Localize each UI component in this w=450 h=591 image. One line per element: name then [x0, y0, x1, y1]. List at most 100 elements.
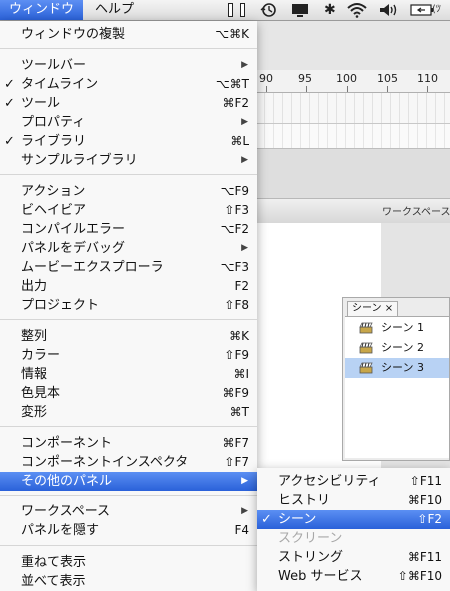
shortcut-label: ⌘F11: [407, 550, 442, 564]
shortcut-label: ⌥⌘K: [215, 27, 249, 41]
shortcut-label: ⌘F10: [407, 493, 442, 507]
window-menu-item[interactable]: ウィンドウの複製 ⌥⌘K: [0, 25, 257, 44]
window-menu-item[interactable]: 出力 F2: [0, 277, 257, 296]
shortcut-label: ⌘F9: [222, 386, 249, 400]
scene-panel-tab[interactable]: シーン ×: [347, 301, 399, 316]
timeline-frames-row[interactable]: [256, 124, 450, 149]
scene-tab-label: シーン: [352, 303, 382, 314]
window-menu-item[interactable]: 重ねて表示: [0, 553, 257, 572]
scene-row[interactable]: シーン 2: [345, 338, 449, 358]
checkmark-icon: ✓: [4, 96, 15, 111]
window-menu-item[interactable]: コンポーネント ⌘F7: [0, 434, 257, 453]
menubar-window[interactable]: ウィンドウ: [0, 0, 84, 20]
shortcut-label: ⌘L: [230, 134, 249, 148]
window-menu-item-label: プロパティ: [21, 115, 86, 130]
other-panels-item: スクリーン: [257, 529, 450, 548]
window-menu-item[interactable]: 色見本 ⌘F9: [0, 384, 257, 403]
window-menu-item-label: 変形: [21, 405, 48, 420]
ruler-number: 105: [377, 72, 398, 85]
time-machine-icon[interactable]: [260, 2, 278, 18]
timeline-frames[interactable]: [256, 93, 450, 124]
window-menu-item[interactable]: コンパイルエラー ⌥F2: [0, 220, 257, 239]
display-icon[interactable]: [290, 2, 310, 18]
resource-meter-icon: [228, 3, 233, 17]
window-menu-item-label: コンポーネントインスペクタ: [21, 455, 189, 470]
other-panels-item[interactable]: ヒストリ ⌘F10: [257, 491, 450, 510]
clapperboard-icon: [359, 362, 373, 374]
wifi-icon[interactable]: [346, 2, 368, 18]
submenu-arrow-icon: ▶: [241, 117, 248, 127]
checkmark-icon: ✓: [4, 134, 15, 149]
scene-row[interactable]: シーン 1: [345, 318, 449, 338]
menubar-clock-text[interactable]: (ﾂ: [432, 0, 441, 20]
close-icon[interactable]: ×: [385, 303, 393, 314]
window-menu-item[interactable]: パネルを隠す F4: [0, 521, 257, 540]
window-menu-item[interactable]: ムービーエクスプローラ ⌥F3: [0, 258, 257, 277]
shortcut-label: ⇧⌘F10: [397, 569, 442, 583]
window-menu-item[interactable]: カラー ⇧F9: [0, 346, 257, 365]
other-panels-item[interactable]: Web サービス ⇧⌘F10: [257, 567, 450, 586]
shortcut-label: ⌘K: [229, 329, 249, 343]
scene-label: シーン 2: [381, 341, 424, 354]
ruler-number: 90: [259, 72, 273, 85]
scene-label: シーン 3: [381, 361, 424, 374]
checkmark-icon: ✓: [261, 512, 272, 527]
timeline-footer: [256, 149, 450, 198]
shortcut-label: ⌘I: [233, 367, 249, 381]
other-panels-item-label: スクリーン: [278, 531, 343, 546]
menu-separator: [0, 426, 257, 427]
window-menu-item[interactable]: ✓ ツール ⌘F2: [0, 94, 257, 113]
window-menu-item[interactable]: ビヘイビア ⇧F3: [0, 201, 257, 220]
other-panels-item[interactable]: アクセシビリティ ⇧F11: [257, 472, 450, 491]
shortcut-label: ⌘T: [229, 405, 249, 419]
window-menu-item-label: 並べて表示: [21, 574, 86, 589]
window-menu-item-label: ビヘイビア: [21, 203, 87, 218]
shortcut-label: ⌥⌘T: [215, 77, 249, 91]
timeline-header: [256, 21, 450, 70]
workspace-menu[interactable]: ワークスペース: [382, 203, 450, 218]
ruler-number: 95: [298, 72, 312, 85]
shortcut-label: ⇧F9: [224, 348, 249, 362]
window-menu-item[interactable]: コンポーネントインスペクタ ⇧F7: [0, 453, 257, 472]
window-menu-item[interactable]: サンプルライブラリ ▶: [0, 151, 257, 170]
window-menu-item-label: アクション: [21, 184, 86, 199]
menubar-help[interactable]: ヘルプ: [86, 0, 143, 20]
window-menu-item-label: ワークスペース: [21, 504, 111, 519]
battery-icon[interactable]: [410, 2, 434, 18]
window-menu-item[interactable]: 整列 ⌘K: [0, 327, 257, 346]
window-menu-item-label: コンパイルエラー: [21, 222, 126, 237]
window-menu-item-label: その他のパネル: [21, 474, 113, 489]
window-menu-item[interactable]: アクション ⌥F9: [0, 182, 257, 201]
shortcut-label: ⇧F2: [417, 512, 442, 526]
other-panels-item-label: ヒストリ: [278, 493, 331, 508]
window-menu-item[interactable]: ✓ ライブラリ ⌘L: [0, 132, 257, 151]
window-menu-item-label: ツール: [21, 96, 61, 111]
bluetooth-icon[interactable]: ✱: [324, 2, 336, 18]
volume-icon[interactable]: [378, 2, 400, 18]
window-menu-item[interactable]: 変形 ⌘T: [0, 403, 257, 422]
other-panels-item[interactable]: ✓ シーン ⇧F2: [257, 510, 450, 529]
other-panels-item-label: シーン: [278, 512, 317, 527]
window-menu-item[interactable]: パネルをデバッグ ▶: [0, 239, 257, 258]
window-menu-item[interactable]: 並べて表示: [0, 572, 257, 591]
window-menu-item[interactable]: プロジェクト ⇧F8: [0, 296, 257, 315]
window-menu-item[interactable]: その他のパネル ▶: [0, 472, 257, 491]
window-menu: ウィンドウの複製 ⌥⌘K ツールバー ▶ ✓ タイムライン ⌥⌘T ✓ ツール ⌘F2 プロパティ ▶…: [0, 21, 257, 591]
submenu-arrow-icon: ▶: [241, 243, 248, 253]
window-menu-item[interactable]: ✓ タイムライン ⌥⌘T: [0, 75, 257, 94]
window-menu-item-label: サンプルライブラリ: [21, 153, 138, 168]
window-menu-item-label: カラー: [21, 348, 61, 363]
scene-row-selected[interactable]: シーン 3: [345, 358, 449, 378]
submenu-arrow-icon: ▶: [241, 155, 248, 165]
window-menu-item-label: 出力: [21, 279, 48, 294]
shortcut-label: ⌘F2: [222, 96, 249, 110]
window-menu-item[interactable]: 情報 ⌘I: [0, 365, 257, 384]
shortcut-label: F4: [234, 523, 249, 537]
window-menu-item-label: ツールバー: [21, 58, 87, 73]
window-menu-item[interactable]: ツールバー ▶: [0, 56, 257, 75]
shortcut-label: F2: [234, 279, 249, 293]
menu-separator: [0, 319, 257, 320]
other-panels-item[interactable]: ストリング ⌘F11: [257, 548, 450, 567]
window-menu-item[interactable]: プロパティ ▶: [0, 113, 257, 132]
window-menu-item[interactable]: ワークスペース ▶: [0, 502, 257, 521]
